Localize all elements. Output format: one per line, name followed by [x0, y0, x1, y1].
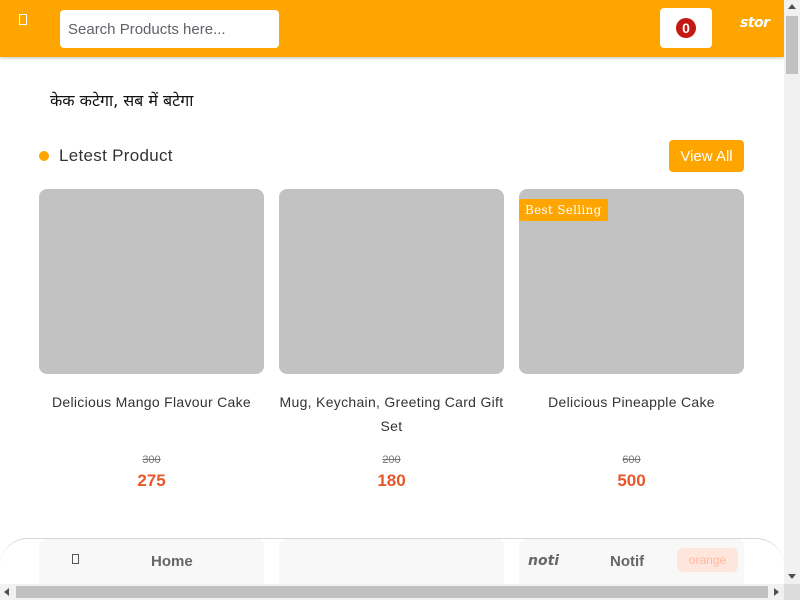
cart-count-badge: 0 [676, 18, 696, 38]
scroll-left-arrow-icon[interactable] [4, 588, 9, 596]
product-image[interactable]: Best Selling [519, 189, 744, 374]
product-price: 275 [137, 471, 166, 490]
home-icon[interactable] [72, 553, 79, 567]
product-price: 500 [617, 471, 646, 490]
product-old-price: 600 [622, 454, 641, 466]
bottom-navigation: Home noti Notif orange [0, 538, 784, 584]
scroll-down-arrow-icon[interactable] [788, 574, 796, 579]
best-selling-badge: Best Selling [519, 199, 608, 221]
product-old-price: 300 [142, 454, 161, 466]
brand-logo[interactable]: stor [740, 15, 784, 31]
product-name[interactable]: Delicious Pineapple Cake [519, 390, 744, 414]
top-bar: 0 stor [0, 0, 784, 57]
scroll-right-arrow-icon[interactable] [774, 588, 779, 596]
product-card[interactable]: Best Selling Delicious Pineapple Cake 60… [519, 189, 744, 490]
vertical-scrollbar[interactable] [784, 0, 800, 584]
scrollbar-corner [784, 584, 800, 600]
horizontal-scroll-thumb[interactable] [16, 586, 768, 598]
scroll-up-arrow-icon[interactable] [788, 4, 796, 9]
tagline: केक कटेगा, सब में बटेगा [50, 91, 194, 110]
nav-home-link[interactable]: Home [151, 553, 193, 570]
menu-icon[interactable] [16, 14, 30, 30]
section-title: Letest Product [59, 146, 173, 165]
horizontal-scrollbar[interactable] [0, 584, 784, 600]
cart-button[interactable]: 0 [660, 8, 712, 48]
product-image[interactable] [279, 189, 504, 374]
search-input[interactable] [60, 10, 279, 48]
product-name[interactable]: Mug, Keychain, Greeting Card Gift Set [279, 390, 504, 438]
notification-icon[interactable]: noti [528, 553, 559, 569]
product-card[interactable]: Mug, Keychain, Greeting Card Gift Set 20… [279, 189, 504, 490]
product-image[interactable] [39, 189, 264, 374]
product-card[interactable]: Delicious Mango Flavour Cake 300 275 [39, 189, 264, 490]
section-dot-icon [39, 151, 49, 161]
product-price: 180 [377, 471, 406, 490]
view-all-button[interactable]: View All [669, 140, 744, 172]
nav-notif-link[interactable]: Notif [610, 553, 644, 570]
product-name[interactable]: Delicious Mango Flavour Cake [39, 390, 264, 414]
nav-orange-badge[interactable]: orange [677, 548, 738, 572]
product-old-price: 200 [382, 454, 401, 466]
vertical-scroll-thumb[interactable] [786, 16, 798, 74]
page: 0 stor केक कटेगा, सब में बटेगा Letest Pr… [0, 0, 784, 584]
